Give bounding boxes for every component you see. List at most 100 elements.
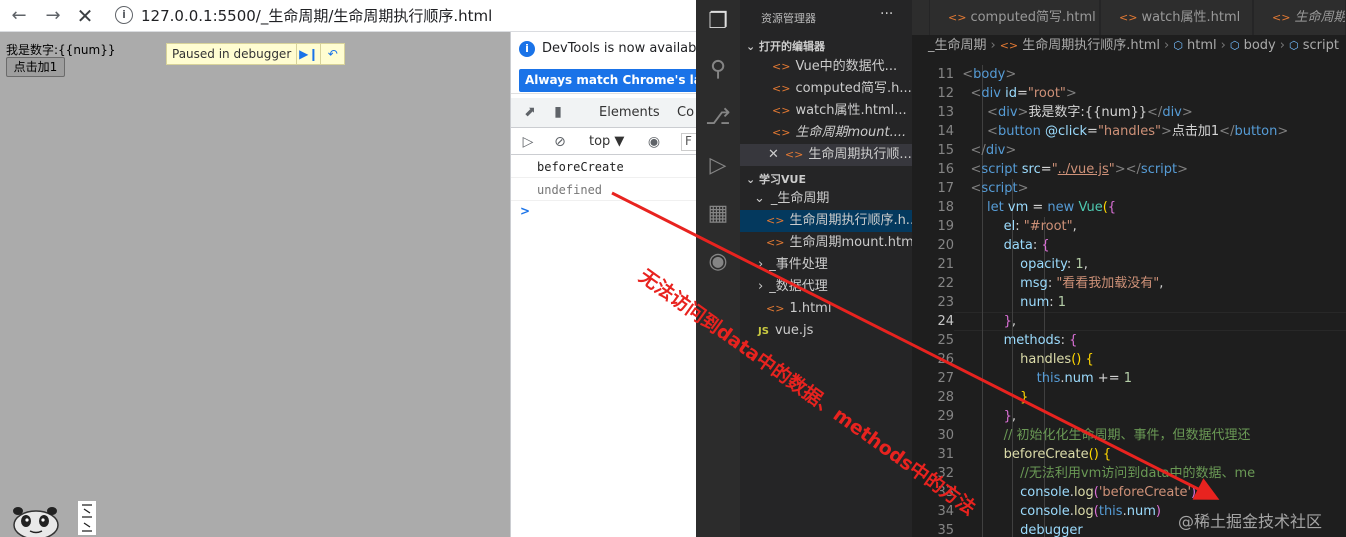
- breadcrumb-item[interactable]: _生命周期: [928, 38, 987, 53]
- stop-loading-icon[interactable]: ✕: [72, 3, 98, 29]
- browser-window: ← → ✕ i 127.0.0.1:5500/_生命周期/生命周期执行顺序.ht…: [0, 0, 696, 537]
- step-over-icon[interactable]: ↶: [320, 44, 344, 64]
- explorer-icon[interactable]: ❐: [704, 8, 732, 36]
- console-filter-input[interactable]: F: [681, 133, 696, 151]
- code-line: <body>: [954, 67, 1017, 82]
- sidebar-toggle-icon[interactable]: ▷: [519, 133, 537, 151]
- breadcrumb-item[interactable]: script: [1303, 38, 1339, 53]
- devtools-tab-bar: ⬈ ▮ Elements Co: [511, 98, 696, 128]
- url-text[interactable]: 127.0.0.1:5500/_生命周期/生命周期执行顺序.html: [141, 5, 492, 26]
- html-file-icon: <>: [948, 11, 967, 24]
- tree-file[interactable]: <> 生命周期mount.html: [740, 232, 912, 254]
- chevron-right-icon: ›: [758, 257, 764, 272]
- search-icon[interactable]: ⚲: [704, 56, 732, 84]
- console-prompt[interactable]: >: [520, 204, 530, 218]
- console-line: undefined: [511, 179, 696, 201]
- forward-arrow-icon[interactable]: →: [40, 3, 66, 29]
- open-editor-item[interactable]: <> watch属性.html...: [740, 100, 912, 122]
- breadcrumb-item[interactable]: 生命周期执行顺序.html: [1022, 38, 1160, 53]
- line-number: 23: [937, 295, 954, 310]
- tab-overflow[interactable]: [912, 0, 930, 35]
- line-number-current: 24: [937, 314, 954, 329]
- tree-folder[interactable]: › _数据代理: [740, 276, 912, 298]
- code-line: console.log('beforeCreate'): [954, 485, 1197, 500]
- open-editor-item[interactable]: <> computed简写.h...: [740, 78, 912, 100]
- line-number: 25: [937, 333, 954, 348]
- line-number: 29: [937, 409, 954, 424]
- open-editor-item-active[interactable]: ✕ <> 生命周期执行顺...: [740, 144, 912, 166]
- code-line: //无法利用vm访问到data中的数据、me: [954, 466, 1256, 481]
- code-line: let vm = new Vue({: [954, 200, 1117, 215]
- code-line: console.log(this.num): [954, 504, 1161, 519]
- more-actions-icon[interactable]: ···: [880, 6, 893, 22]
- breadcrumb-item[interactable]: body: [1244, 38, 1276, 53]
- clear-console-icon[interactable]: ⊘: [551, 133, 569, 151]
- devtools-language-notice: i DevTools is now available Always match…: [511, 32, 696, 94]
- code-line: <script>: [954, 181, 1029, 196]
- close-icon[interactable]: ✕: [768, 147, 779, 162]
- line-number: 17: [937, 181, 954, 196]
- tree-file[interactable]: JS vue.js: [740, 320, 912, 342]
- back-arrow-icon[interactable]: ←: [6, 3, 32, 29]
- extensions-icon[interactable]: ▦: [704, 200, 732, 228]
- code-line: <div id="root">: [954, 86, 1077, 101]
- code-line: msg: "看看我加载没有",: [954, 276, 1164, 291]
- tree-file-active[interactable]: <> 生命周期执行顺序.h...: [740, 210, 912, 232]
- eye-icon[interactable]: ◉: [645, 133, 663, 151]
- explorer-title: 资源管理器: [761, 12, 816, 25]
- run-debug-icon[interactable]: ▷: [704, 152, 732, 180]
- js-file-icon: JS: [758, 326, 769, 337]
- info-icon[interactable]: i: [115, 6, 133, 24]
- remote-icon[interactable]: ◉: [704, 248, 732, 276]
- workspace-label: 学习VUE: [759, 173, 807, 186]
- code-line: data: {: [954, 238, 1050, 253]
- code-editor[interactable]: 11 12 13 14 15 16 17 18 19 20 21 22 23 2…: [912, 57, 1346, 537]
- html-file-icon: <>: [772, 60, 791, 73]
- chevron-right-icon: ›: [758, 279, 764, 294]
- html-file-icon: <>: [766, 236, 785, 249]
- code-line: handles() {: [954, 352, 1094, 367]
- inspect-element-icon[interactable]: ⬈: [521, 103, 539, 121]
- element-icon: ⬡: [1288, 39, 1299, 52]
- code-line: <div>我是数字:{{num}}</div>: [954, 105, 1193, 120]
- element-icon: ⬡: [1229, 39, 1240, 52]
- open-editor-item[interactable]: <> Vue中的数据代...: [740, 56, 912, 78]
- line-number: 12: [937, 86, 954, 101]
- html-file-icon: <>: [772, 104, 791, 117]
- address-bar: ← → ✕ i 127.0.0.1:5500/_生命周期/生命周期执行顺序.ht…: [0, 0, 696, 32]
- tree-folder[interactable]: ⌄ _生命周期: [740, 188, 912, 210]
- vscode-window: ❐ ⚲ ⎇ ▷ ▦ ◉ 资源管理器 ··· ⌄ 打开的编辑器 <> Vue中的数据…: [696, 0, 1346, 537]
- breadcrumb-item[interactable]: html: [1187, 38, 1217, 53]
- match-language-button[interactable]: Always match Chrome's lang: [519, 69, 696, 92]
- html-file-icon: <>: [1272, 11, 1291, 24]
- line-number: 13: [937, 105, 954, 120]
- tree-folder[interactable]: › _事件处理: [740, 254, 912, 276]
- tab-console[interactable]: Co: [677, 105, 694, 120]
- code-line: beforeCreate() {: [954, 447, 1112, 462]
- context-selector[interactable]: top ▼: [589, 134, 624, 149]
- line-number: 16: [937, 162, 954, 177]
- tab-computed[interactable]: <> computed简写.html: [930, 0, 1100, 35]
- tree-file[interactable]: <> 1.html: [740, 298, 912, 320]
- breadcrumb: _生命周期 › <> 生命周期执行顺序.html › ⬡ html › ⬡ body › ⬡ s…: [912, 35, 1346, 57]
- tab-lifecycle[interactable]: <> 生命周期: [1254, 0, 1346, 35]
- tab-watch[interactable]: <> watch属性.html: [1101, 0, 1253, 35]
- add-one-button[interactable]: 点击加1: [6, 57, 65, 77]
- resume-icon[interactable]: ▶❙: [296, 44, 320, 64]
- source-control-icon[interactable]: ⎇: [704, 104, 732, 132]
- html-file-icon: <>: [1119, 11, 1138, 24]
- device-toolbar-icon[interactable]: ▮: [549, 103, 567, 121]
- code-line: </div>: [954, 143, 1017, 158]
- code-line: methods: {: [954, 333, 1078, 348]
- open-editor-item[interactable]: <> 生命周期mount....: [740, 122, 912, 144]
- html-file-icon: <>: [772, 82, 791, 95]
- code-line: <script src="../vue.js"></script>: [954, 162, 1189, 177]
- num-text: 我是数字:{{num}}: [6, 43, 116, 57]
- code-line: num: 1: [954, 295, 1067, 310]
- tab-elements[interactable]: Elements: [599, 105, 660, 120]
- editor-tab-bar: <> computed简写.html <> watch属性.html <> 生命周期: [912, 0, 1346, 35]
- code-line: },: [954, 314, 1016, 329]
- open-editors-section[interactable]: ⌄ 打开的编辑器: [746, 38, 825, 54]
- console-line: beforeCreate: [511, 156, 696, 178]
- workspace-section[interactable]: ⌄ 学习VUE: [746, 171, 806, 187]
